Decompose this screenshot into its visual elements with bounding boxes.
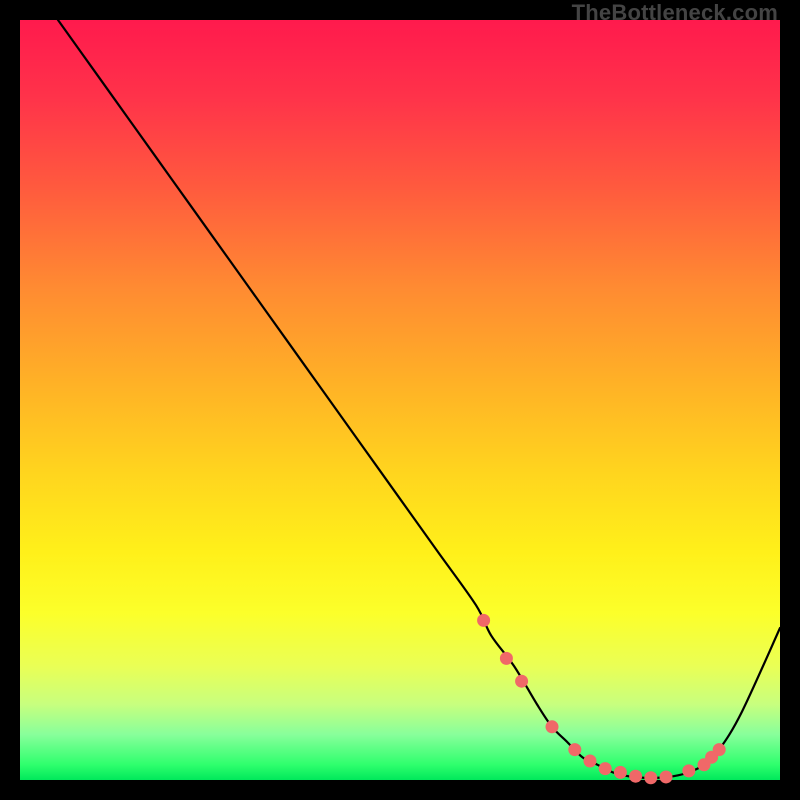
- marker-point: [584, 755, 597, 768]
- marker-point: [599, 762, 612, 775]
- marker-point: [629, 770, 642, 783]
- highlight-markers: [477, 614, 726, 784]
- marker-point: [682, 764, 695, 777]
- marker-point: [568, 743, 581, 756]
- plot-area: [20, 20, 780, 780]
- bottleneck-curve: [58, 20, 780, 778]
- marker-point: [477, 614, 490, 627]
- chart-svg: [20, 20, 780, 780]
- marker-point: [546, 720, 559, 733]
- marker-point: [660, 770, 673, 783]
- marker-point: [644, 771, 657, 784]
- marker-point: [614, 766, 627, 779]
- marker-point: [515, 675, 528, 688]
- chart-stage: TheBottleneck.com: [0, 0, 800, 800]
- marker-point: [713, 743, 726, 756]
- marker-point: [500, 652, 513, 665]
